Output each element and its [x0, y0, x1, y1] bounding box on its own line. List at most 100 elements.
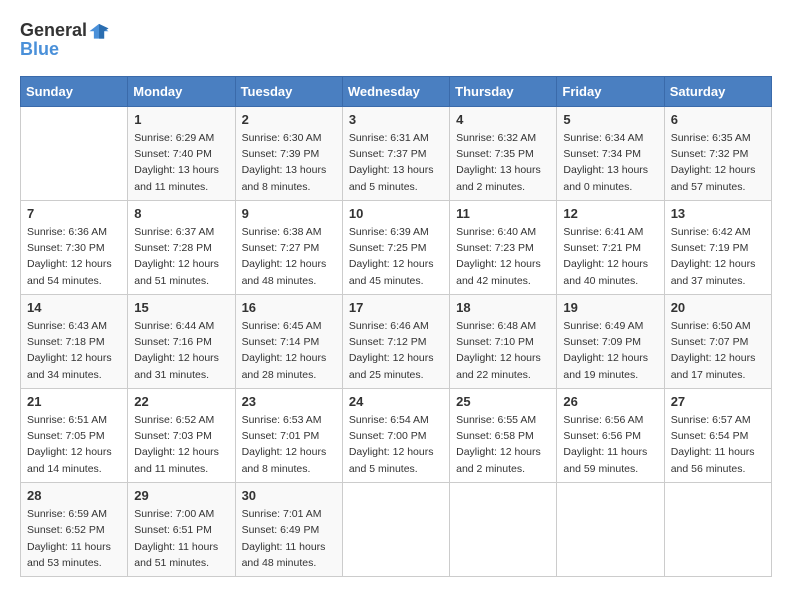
day-info: Sunrise: 6:45 AMSunset: 7:14 PMDaylight:…	[242, 318, 336, 383]
day-number: 13	[671, 206, 765, 221]
calendar-cell: 29Sunrise: 7:00 AMSunset: 6:51 PMDayligh…	[128, 483, 235, 577]
day-info: Sunrise: 6:42 AMSunset: 7:19 PMDaylight:…	[671, 224, 765, 289]
day-number: 12	[563, 206, 657, 221]
calendar-cell: 15 Sunrise: 6:44 AMSunset: 7:16 PMDayligh…	[128, 294, 235, 388]
calendar-cell: 13 Sunrise: 6:42 AMSunset: 7:19 PMDayligh…	[664, 200, 771, 294]
calendar-cell: 22Sunrise: 6:52 AMSunset: 7:03 PMDayligh…	[128, 388, 235, 482]
calendar-cell: 3 Sunrise: 6:31 AMSunset: 7:37 PMDaylight…	[342, 106, 449, 200]
logo: General Blue	[20, 20, 111, 60]
day-number: 7	[27, 206, 121, 221]
day-info: Sunrise: 6:48 AMSunset: 7:10 PMDaylight:…	[456, 318, 550, 383]
day-info: Sunrise: 6:40 AMSunset: 7:23 PMDaylight:…	[456, 224, 550, 289]
day-of-week-header: Sunday	[21, 76, 128, 106]
day-number: 8	[134, 206, 228, 221]
day-number: 10	[349, 206, 443, 221]
day-number: 1	[134, 112, 228, 127]
calendar-week-row: 1 Sunrise: 6:29 AMSunset: 7:40 PMDaylight…	[21, 106, 772, 200]
day-number: 17	[349, 300, 443, 315]
calendar-cell: 14 Sunrise: 6:43 AMSunset: 7:18 PMDayligh…	[21, 294, 128, 388]
day-number: 14	[27, 300, 121, 315]
calendar-cell: 5Sunrise: 6:34 AMSunset: 7:34 PMDaylight…	[557, 106, 664, 200]
calendar-cell: 8 Sunrise: 6:37 AMSunset: 7:28 PMDaylight…	[128, 200, 235, 294]
day-info: Sunrise: 6:38 AMSunset: 7:27 PMDaylight:…	[242, 224, 336, 289]
page-header: General Blue	[20, 20, 772, 60]
day-number: 25	[456, 394, 550, 409]
day-number: 27	[671, 394, 765, 409]
day-number: 6	[671, 112, 765, 127]
day-info: Sunrise: 6:34 AMSunset: 7:34 PMDaylight:…	[563, 130, 657, 195]
logo-bird-icon	[88, 21, 110, 43]
calendar-cell: 6 Sunrise: 6:35 AMSunset: 7:32 PMDaylight…	[664, 106, 771, 200]
calendar-cell: 23 Sunrise: 6:53 AMSunset: 7:01 PMDayligh…	[235, 388, 342, 482]
calendar-cell: 10Sunrise: 6:39 AMSunset: 7:25 PMDayligh…	[342, 200, 449, 294]
day-info: Sunrise: 6:31 AMSunset: 7:37 PMDaylight:…	[349, 130, 443, 195]
calendar-cell: 25 Sunrise: 6:55 AMSunset: 6:58 PMDayligh…	[450, 388, 557, 482]
day-number: 3	[349, 112, 443, 127]
day-info: Sunrise: 6:44 AMSunset: 7:16 PMDaylight:…	[134, 318, 228, 383]
day-number: 2	[242, 112, 336, 127]
day-info: Sunrise: 6:53 AMSunset: 7:01 PMDaylight:…	[242, 412, 336, 477]
calendar-cell: 20 Sunrise: 6:50 AMSunset: 7:07 PMDayligh…	[664, 294, 771, 388]
day-of-week-header: Monday	[128, 76, 235, 106]
calendar-cell: 11 Sunrise: 6:40 AMSunset: 7:23 PMDayligh…	[450, 200, 557, 294]
day-of-week-header: Thursday	[450, 76, 557, 106]
day-info: Sunrise: 6:55 AMSunset: 6:58 PMDaylight:…	[456, 412, 550, 477]
day-number: 18	[456, 300, 550, 315]
calendar-cell: 7 Sunrise: 6:36 AMSunset: 7:30 PMDaylight…	[21, 200, 128, 294]
day-info: Sunrise: 6:56 AMSunset: 6:56 PMDaylight:…	[563, 412, 657, 477]
day-info: Sunrise: 6:29 AMSunset: 7:40 PMDaylight:…	[134, 130, 228, 195]
day-info: Sunrise: 6:35 AMSunset: 7:32 PMDaylight:…	[671, 130, 765, 195]
day-number: 19	[563, 300, 657, 315]
calendar-cell	[664, 483, 771, 577]
calendar-cell: 28Sunrise: 6:59 AMSunset: 6:52 PMDayligh…	[21, 483, 128, 577]
calendar-cell: 26 Sunrise: 6:56 AMSunset: 6:56 PMDayligh…	[557, 388, 664, 482]
day-number: 9	[242, 206, 336, 221]
day-number: 30	[242, 488, 336, 503]
day-of-week-header: Saturday	[664, 76, 771, 106]
day-number: 21	[27, 394, 121, 409]
day-info: Sunrise: 6:41 AMSunset: 7:21 PMDaylight:…	[563, 224, 657, 289]
day-info: Sunrise: 6:49 AMSunset: 7:09 PMDaylight:…	[563, 318, 657, 383]
day-info: Sunrise: 6:30 AMSunset: 7:39 PMDaylight:…	[242, 130, 336, 195]
day-info: Sunrise: 6:50 AMSunset: 7:07 PMDaylight:…	[671, 318, 765, 383]
day-number: 16	[242, 300, 336, 315]
day-info: Sunrise: 6:43 AMSunset: 7:18 PMDaylight:…	[27, 318, 121, 383]
calendar-cell	[557, 483, 664, 577]
calendar-cell: 4 Sunrise: 6:32 AMSunset: 7:35 PMDaylight…	[450, 106, 557, 200]
calendar-week-row: 21 Sunrise: 6:51 AMSunset: 7:05 PMDayligh…	[21, 388, 772, 482]
day-info: Sunrise: 6:32 AMSunset: 7:35 PMDaylight:…	[456, 130, 550, 195]
calendar-cell: 30 Sunrise: 7:01 AMSunset: 6:49 PMDayligh…	[235, 483, 342, 577]
day-info: Sunrise: 6:36 AMSunset: 7:30 PMDaylight:…	[27, 224, 121, 289]
day-of-week-header: Wednesday	[342, 76, 449, 106]
calendar-cell: 9 Sunrise: 6:38 AMSunset: 7:27 PMDaylight…	[235, 200, 342, 294]
calendar-cell: 24 Sunrise: 6:54 AMSunset: 7:00 PMDayligh…	[342, 388, 449, 482]
calendar-cell: 17 Sunrise: 6:46 AMSunset: 7:12 PMDayligh…	[342, 294, 449, 388]
calendar-week-row: 28Sunrise: 6:59 AMSunset: 6:52 PMDayligh…	[21, 483, 772, 577]
day-info: Sunrise: 6:37 AMSunset: 7:28 PMDaylight:…	[134, 224, 228, 289]
day-number: 15	[134, 300, 228, 315]
day-number: 11	[456, 206, 550, 221]
day-number: 20	[671, 300, 765, 315]
calendar-week-row: 7 Sunrise: 6:36 AMSunset: 7:30 PMDaylight…	[21, 200, 772, 294]
day-of-week-header: Tuesday	[235, 76, 342, 106]
calendar-cell: 18 Sunrise: 6:48 AMSunset: 7:10 PMDayligh…	[450, 294, 557, 388]
calendar-week-row: 14 Sunrise: 6:43 AMSunset: 7:18 PMDayligh…	[21, 294, 772, 388]
day-info: Sunrise: 7:00 AMSunset: 6:51 PMDaylight:…	[134, 506, 228, 571]
day-number: 23	[242, 394, 336, 409]
day-of-week-header: Friday	[557, 76, 664, 106]
calendar-cell: 2 Sunrise: 6:30 AMSunset: 7:39 PMDaylight…	[235, 106, 342, 200]
calendar-cell	[450, 483, 557, 577]
day-number: 4	[456, 112, 550, 127]
calendar-cell: 19 Sunrise: 6:49 AMSunset: 7:09 PMDayligh…	[557, 294, 664, 388]
day-info: Sunrise: 6:46 AMSunset: 7:12 PMDaylight:…	[349, 318, 443, 383]
day-number: 26	[563, 394, 657, 409]
day-info: Sunrise: 6:57 AMSunset: 6:54 PMDaylight:…	[671, 412, 765, 477]
calendar-cell: 27 Sunrise: 6:57 AMSunset: 6:54 PMDayligh…	[664, 388, 771, 482]
day-number: 24	[349, 394, 443, 409]
day-info: Sunrise: 6:54 AMSunset: 7:00 PMDaylight:…	[349, 412, 443, 477]
calendar-cell	[342, 483, 449, 577]
day-info: Sunrise: 6:51 AMSunset: 7:05 PMDaylight:…	[27, 412, 121, 477]
calendar-table: SundayMondayTuesdayWednesdayThursdayFrid…	[20, 76, 772, 577]
day-info: Sunrise: 7:01 AMSunset: 6:49 PMDaylight:…	[242, 506, 336, 571]
calendar-header-row: SundayMondayTuesdayWednesdayThursdayFrid…	[21, 76, 772, 106]
